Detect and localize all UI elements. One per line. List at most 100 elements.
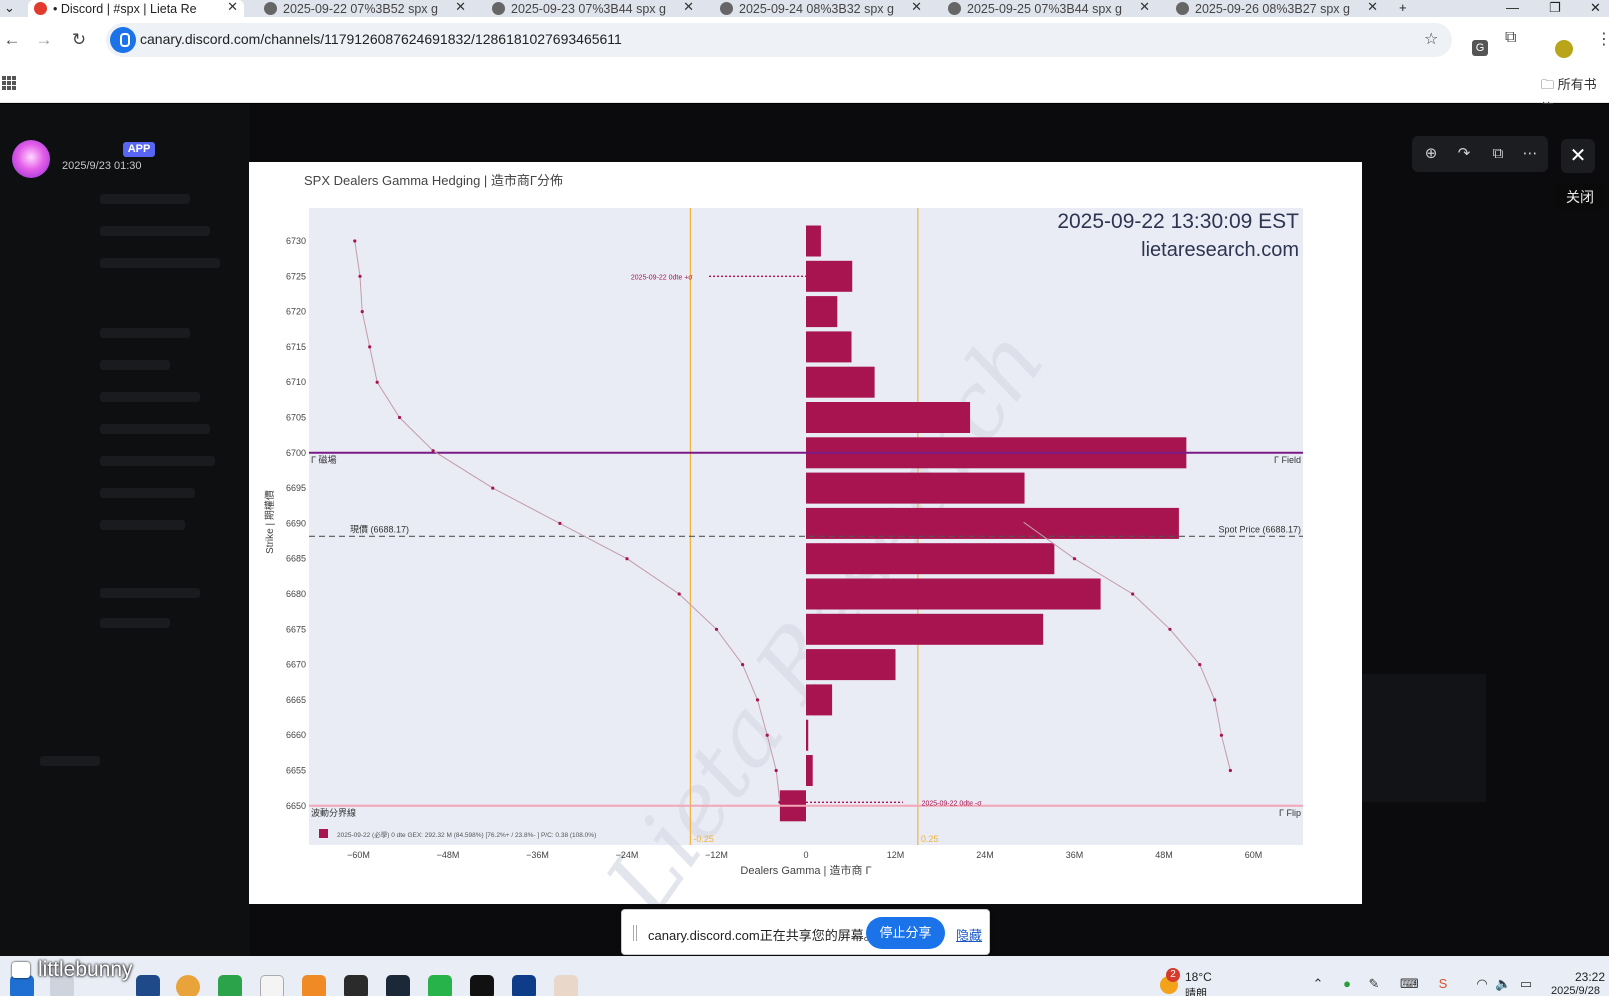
legend-swatch <box>319 829 328 838</box>
tradingview-icon[interactable] <box>470 975 494 996</box>
author-avatar[interactable] <box>12 140 50 178</box>
extensions-icon[interactable]: ⧉ <box>1505 29 1516 47</box>
y-axis-label: Strike | 期權價 <box>263 490 276 554</box>
gamma-bar <box>806 507 1179 539</box>
chrome-icon[interactable] <box>176 975 200 996</box>
gamma-bar <box>806 649 896 681</box>
profile-avatar-icon[interactable] <box>1555 40 1573 58</box>
battery-icon[interactable]: ▭ <box>1518 976 1534 992</box>
dimmed-thumbnail <box>1362 674 1486 802</box>
grammarly-extension-icon[interactable]: G <box>1472 40 1488 56</box>
tab-item[interactable]: 2025-09-24 08%3B32 spx g ✕ <box>714 0 928 17</box>
tray-app-icon[interactable]: S <box>1435 976 1451 992</box>
curve-point <box>368 345 372 349</box>
hline-label-right: Γ Field <box>1274 455 1301 465</box>
tab-close-icon[interactable]: ✕ <box>1367 0 1378 15</box>
hide-link[interactable]: 隐藏 <box>956 925 982 944</box>
tab-close-icon[interactable]: ✕ <box>911 0 922 15</box>
curve-point <box>558 521 562 525</box>
app-icon[interactable] <box>136 975 160 996</box>
pen-icon[interactable]: ✎ <box>1366 976 1382 992</box>
tab-item[interactable]: 2025-09-22 07%3B52 spx g ✕ <box>258 0 472 17</box>
dimmed-channel-row <box>100 258 220 268</box>
app-avatar-icon[interactable] <box>554 975 578 996</box>
window-close-icon[interactable]: ✕ <box>1590 0 1601 16</box>
y-tick-label: 6725 <box>286 271 306 281</box>
curve-point <box>774 768 778 773</box>
tab-close-icon[interactable]: ✕ <box>455 0 466 15</box>
gamma-chart-image[interactable]: SPX Dealers Gamma Hedging | 造市商Γ分佈 2025-0… <box>249 162 1362 904</box>
chevron-up-icon[interactable]: ⌃ <box>1310 976 1326 992</box>
tab-title: 2025-09-25 07%3B44 spx g <box>967 1 1122 16</box>
new-tab-icon[interactable]: + <box>1399 0 1407 15</box>
dimmed-channel-sidebar <box>0 104 250 956</box>
close-viewer-button[interactable]: ✕ <box>1561 139 1595 173</box>
x-axis-label: Dealers Gamma | 造市商 Γ <box>740 863 871 877</box>
bookmark-star-icon[interactable]: ☆ <box>1424 29 1438 49</box>
x-tick-label: 36M <box>1066 850 1084 860</box>
curve-point <box>1131 592 1135 596</box>
tab-item[interactable]: 2025-09-25 07%3B44 spx g ✕ <box>942 0 1156 17</box>
gamma-bar <box>806 472 1025 504</box>
microphone-icon[interactable] <box>110 27 136 53</box>
legend-text: 2025-09-22 (必學) 0 dte GEX: 292.32 M (84.… <box>337 830 596 839</box>
browser-toolbar: ← → ↻ canary.discord.com/channels/117912… <box>0 17 1609 63</box>
weather-desc: 晴朗 <box>1185 988 1207 996</box>
forward-icon[interactable]: → <box>32 28 56 52</box>
tab-close-icon[interactable]: ✕ <box>683 0 694 15</box>
tab-title: 2025-09-22 07%3B52 spx g <box>283 1 438 16</box>
zoom-in-icon[interactable]: ⊕ <box>1421 144 1441 164</box>
iqiyi-icon[interactable] <box>218 975 242 996</box>
ime-icon[interactable]: ⌨ <box>1400 976 1419 992</box>
notepad-icon[interactable] <box>260 975 284 996</box>
gamma-bar <box>806 296 838 328</box>
forward-share-icon[interactable]: ↷ <box>1454 144 1474 164</box>
minimize-icon[interactable]: — <box>1506 0 1519 15</box>
reload-icon[interactable]: ↻ <box>67 28 91 52</box>
stop-sharing-button[interactable]: 停止分享 <box>866 917 945 949</box>
tab-item[interactable]: 2025-09-26 08%3B27 spx g ✕ <box>1170 0 1384 17</box>
x-tick-label: 24M <box>976 850 994 860</box>
drag-handle-icon[interactable] <box>633 925 637 941</box>
x-tick-label: −12M <box>705 850 728 860</box>
sigma-annotation: 2025-09-22 0dte +σ <box>631 274 693 281</box>
x-tick-label: −24M <box>616 850 639 860</box>
wechat-icon[interactable] <box>428 975 452 996</box>
tab-search-icon[interactable]: ⌄ <box>4 0 15 16</box>
apps-grid-icon[interactable] <box>2 76 16 90</box>
wifi-icon[interactable]: ◠ <box>1474 976 1490 992</box>
globe-icon <box>948 2 961 15</box>
restore-icon[interactable]: ❐ <box>1549 0 1561 16</box>
tray-app-icon[interactable]: ● <box>1339 976 1355 992</box>
sigma-vline-label: 0.25 <box>921 834 939 844</box>
gamma-bar <box>806 543 1055 575</box>
dimmed-channel-row <box>100 488 195 498</box>
tab-discord[interactable]: • Discord | #spx | Lieta Re ✕ <box>28 0 244 17</box>
app-icon[interactable] <box>512 975 536 996</box>
curve-point <box>741 663 745 667</box>
gamma-bar <box>806 755 813 786</box>
volume-icon[interactable]: 🔈 <box>1495 976 1511 992</box>
x-tick-label: 60M <box>1245 850 1263 860</box>
dimmed-channel-row <box>100 360 170 370</box>
tab-close-icon[interactable]: ✕ <box>1139 0 1150 15</box>
back-icon[interactable]: ← <box>0 28 24 52</box>
x-tick-label: −48M <box>437 850 460 860</box>
address-bar[interactable]: canary.discord.com/channels/117912608762… <box>106 23 1452 57</box>
gamma-chart-svg: SPX Dealers Gamma Hedging | 造市商Γ分佈 2025-0… <box>263 173 1303 904</box>
chat-bubble-icon <box>12 962 30 978</box>
dimmed-channel-row <box>100 328 190 338</box>
more-options-icon[interactable]: ⋯ <box>1520 144 1540 164</box>
app-g-icon[interactable] <box>344 975 368 996</box>
tab-close-icon[interactable]: ✕ <box>227 0 238 15</box>
app-icon[interactable] <box>302 975 326 996</box>
steam-icon[interactable] <box>386 975 410 996</box>
curve-point <box>677 592 681 596</box>
y-tick-label: 6660 <box>286 730 306 740</box>
gamma-bar <box>806 402 971 433</box>
more-menu-icon[interactable]: ⋮ <box>1596 29 1609 49</box>
hline-label-right: Spot Price (6688.17) <box>1218 524 1301 534</box>
tab-item[interactable]: 2025-09-23 07%3B44 spx g ✕ <box>486 0 700 17</box>
open-external-icon[interactable]: ⧉ <box>1488 144 1508 164</box>
gamma-bar <box>806 225 821 257</box>
